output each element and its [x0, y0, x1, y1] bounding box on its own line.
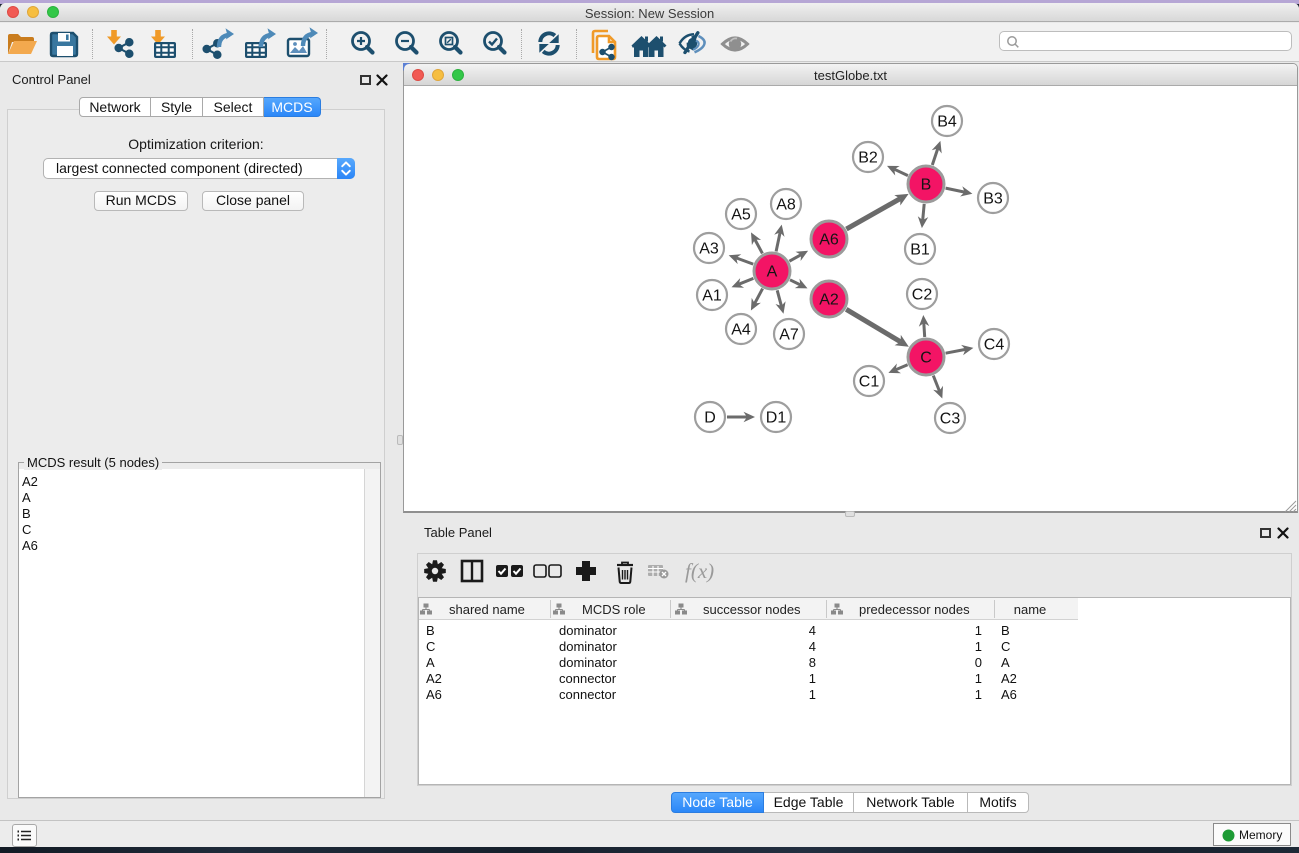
svg-text:C2: C2 [912, 287, 933, 304]
svg-text:A3: A3 [699, 241, 719, 258]
svg-text:f(x): f(x) [685, 559, 714, 583]
svg-text:A1: A1 [702, 288, 722, 305]
svg-text:B: B [921, 177, 932, 194]
svg-text:B3: B3 [983, 191, 1003, 208]
svg-text:A8: A8 [776, 197, 796, 214]
svg-text:C: C [920, 350, 932, 367]
svg-text:A4: A4 [731, 322, 751, 339]
svg-text:C4: C4 [984, 337, 1005, 354]
svg-text:D1: D1 [766, 410, 787, 427]
svg-text:B4: B4 [937, 114, 957, 131]
svg-text:B1: B1 [910, 242, 930, 259]
svg-text:C1: C1 [859, 374, 880, 391]
svg-text:A2: A2 [819, 292, 839, 309]
svg-text:A5: A5 [731, 207, 751, 224]
svg-text:A: A [767, 264, 778, 281]
svg-text:B2: B2 [858, 150, 878, 167]
svg-text:A6: A6 [819, 232, 839, 249]
svg-text:D: D [704, 410, 716, 427]
svg-text:C3: C3 [940, 411, 961, 428]
svg-text:A7: A7 [779, 327, 799, 344]
